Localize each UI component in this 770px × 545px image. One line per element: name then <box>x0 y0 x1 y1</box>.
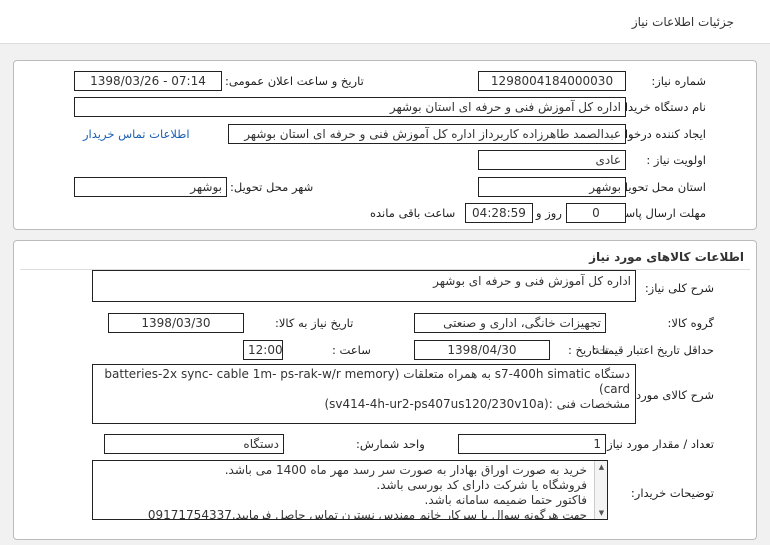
buyer-org-label: نام دستگاه خریدار: <box>615 100 706 114</box>
quantity-label: تعداد / مقدار مورد نیاز: <box>603 437 714 451</box>
general-desc-field: اداره کل آموزش فنی و حرفه ای بوشهر <box>92 270 636 302</box>
delivery-province-label: استان محل تحویل: <box>615 180 706 194</box>
scroll-up-icon[interactable]: ▲ <box>595 463 608 471</box>
price-validity-label: حداقل تاریخ اعتبار قیمت: <box>592 343 714 357</box>
buyer-notes-line: خرید به صورت اوراق بهادار به صورت سر رسد… <box>224 463 587 477</box>
scroll-down-icon[interactable]: ▼ <box>595 509 608 517</box>
requester-field: عبدالصمد طاهرزاده کاربرداز اداره کل آموز… <box>228 124 626 144</box>
days-label: روز و <box>536 206 562 220</box>
buyer-notes-line: جهت هرگونه سوال با سرکار خانم مهندس نستر… <box>147 508 587 520</box>
need-date-field: 1398/03/30 <box>108 313 244 333</box>
page-title: جزئیات اطلاعات نیاز <box>631 15 734 29</box>
announce-datetime-label: تاریخ و ساعت اعلان عمومی: <box>225 74 364 88</box>
need-number-field: 1298004184000030 <box>478 71 626 91</box>
goods-section-title: اطلاعات کالاهای مورد نیاز <box>589 250 744 264</box>
validity-time-field: 12:00 <box>243 340 283 360</box>
goods-desc-line: card) <box>599 382 630 396</box>
validity-date-field: 1398/04/30 <box>414 340 550 360</box>
goods-desc-line: مشخصات فنی :(sv414-4h-ur2-ps407us120/230… <box>324 397 630 411</box>
buyer-notes-scrollbar[interactable]: ▲ ▼ <box>594 461 607 519</box>
goods-group-label: گروه کالا: <box>667 316 714 330</box>
priority-label: اولویت نیاز : <box>646 153 706 167</box>
unit-field: دستگاه <box>104 434 284 454</box>
general-desc-label: شرح کلی نیاز: <box>644 281 714 295</box>
need-date-label: تاریخ نیاز به کالا: <box>275 316 354 330</box>
delivery-province-field: بوشهر <box>478 177 626 197</box>
buyer-contact-link[interactable]: اطلاعات تماس خریدار <box>83 127 190 141</box>
goods-desc-field: دستگاه s7-400h simatic به همراه متعلقات … <box>92 364 636 424</box>
delivery-city-field: بوشهر <box>74 177 227 197</box>
deadline-label: مهلت ارسال پاسخ: <box>614 206 706 220</box>
buyer-notes-line: فاکتور حتما ضمیمه سامانه باشد. <box>424 493 587 507</box>
remaining-label: ساعت باقی مانده <box>370 206 456 220</box>
quantity-field: 1 <box>458 434 606 454</box>
announce-datetime-field: 1398/03/26 - 07:14 <box>74 71 222 91</box>
delivery-city-label: شهر محل تحویل: <box>230 180 314 194</box>
buyer-org-field: اداره کل آموزش فنی و حرفه ای استان بوشهر <box>74 97 626 117</box>
buyer-notes-field[interactable]: خرید به صورت اوراق بهادار به صورت سر رسد… <box>92 460 608 520</box>
priority-field: عادی <box>478 150 626 170</box>
unit-label: واحد شمارش: <box>356 437 425 451</box>
validity-time-label: ساعت : <box>332 343 371 357</box>
to-date-label: تا تاریخ : <box>568 343 609 357</box>
buyer-notes-label: توضیحات خریدار: <box>630 486 714 500</box>
buyer-notes-line: فروشگاه یا شرکت دارای کد بورسی باشد. <box>376 478 587 492</box>
deadline-time-field: 04:28:59 <box>465 203 533 223</box>
goods-group-field: تجهیزات خانگی، اداری و صنعتی <box>414 313 606 333</box>
need-number-label: شماره نیاز: <box>651 74 706 88</box>
deadline-days-field: 0 <box>566 203 626 223</box>
goods-desc-line: دستگاه s7-400h simatic به همراه متعلقات … <box>104 367 630 381</box>
